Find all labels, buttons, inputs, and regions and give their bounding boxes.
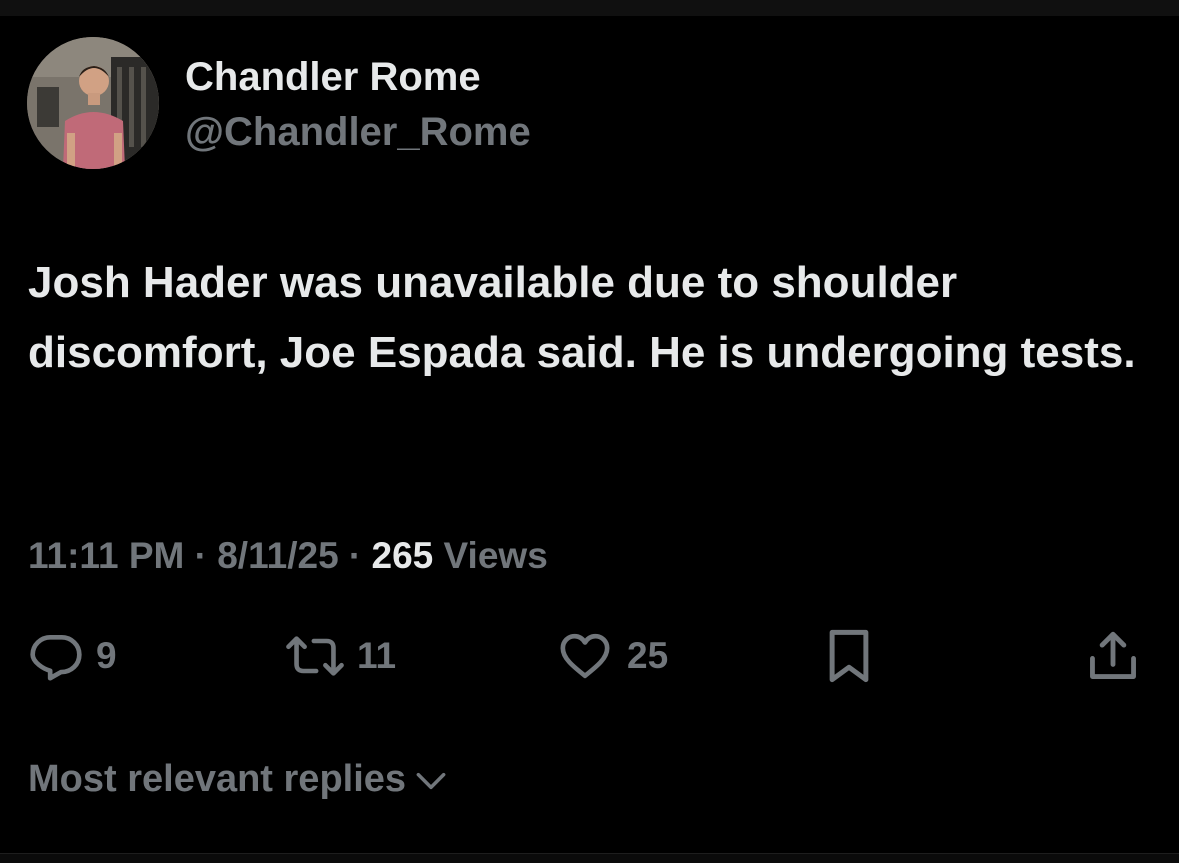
views-label: Views (443, 535, 548, 576)
tweet-page: Chandler Rome @Chandler_Rome Josh Hader … (0, 0, 1179, 863)
tweet-text: Josh Hader was unavailable due to should… (28, 258, 1136, 377)
tweet-time[interactable]: 11:11 PM (28, 535, 184, 576)
share-icon (1084, 627, 1142, 685)
reply-button[interactable]: 9 (28, 626, 117, 686)
repost-count: 11 (357, 635, 397, 676)
reply-count: 9 (96, 635, 117, 676)
bookmark-button[interactable] (822, 626, 876, 686)
tweet-date[interactable]: 8/11/25 (217, 535, 338, 576)
tweet-meta: 11:11 PM · 8/11/25 · 265 Views (28, 533, 548, 579)
like-count: 25 (627, 635, 669, 676)
like-button[interactable]: 25 (555, 626, 668, 686)
meta-separator: · (348, 535, 362, 576)
meta-separator: · (194, 535, 207, 576)
heart-icon (555, 628, 615, 684)
reply-icon (28, 628, 84, 684)
views-count: 265 (371, 535, 434, 576)
repost-button[interactable]: 11 (285, 626, 396, 686)
author-handle[interactable]: @Chandler_Rome (185, 109, 531, 155)
replies-sort-label: Most relevant replies (28, 758, 407, 800)
avatar[interactable] (27, 37, 159, 169)
repost-icon (285, 628, 345, 684)
author-display-name[interactable]: Chandler Rome (185, 54, 481, 100)
replies-sort-dropdown[interactable]: Most relevant replies (28, 756, 450, 802)
top-bar (0, 0, 1179, 16)
bookmark-icon (822, 626, 876, 686)
chevron-down-icon (406, 762, 450, 796)
share-button[interactable] (1084, 626, 1142, 686)
bottom-divider (0, 853, 1179, 863)
